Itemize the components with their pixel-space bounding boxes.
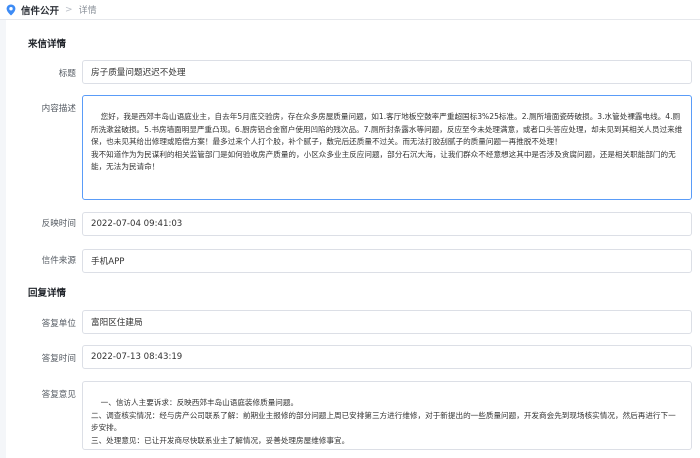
resize-handle-icon[interactable] xyxy=(682,190,689,197)
letter-source-field[interactable]: 手机APP xyxy=(82,249,692,273)
breadcrumb-current: 详情 xyxy=(78,6,97,16)
content-textarea[interactable]: 您好，我是西郊丰岛山语庭业主，自去年5月底交验房，存在众多房屋质量问题，如1.客… xyxy=(82,95,692,200)
reply-unit-label: 答复单位 xyxy=(41,319,76,329)
content-text: 您好，我是西郊丰岛山语庭业主，自去年5月底交验房，存在众多房屋质量问题，如1.客… xyxy=(91,112,683,172)
reply-section-title: 回复详情 xyxy=(28,288,67,299)
resize-handle-icon[interactable] xyxy=(682,440,689,447)
title-label: 标题 xyxy=(58,69,76,79)
breadcrumb-separator: > xyxy=(65,4,73,15)
breadcrumb-home[interactable]: 信件公开 xyxy=(21,3,59,17)
content-label: 内容描述 xyxy=(41,104,76,114)
letter-source-label: 信件来源 xyxy=(41,256,76,266)
reply-time-field[interactable]: 2022-07-13 08:43:19 xyxy=(82,345,692,369)
top-breadcrumb-bar: 信件公开 > 详情 xyxy=(0,0,700,20)
feedback-time-field[interactable]: 2022-07-04 09:41:03 xyxy=(82,212,692,236)
letter-section-title: 来信详情 xyxy=(28,39,67,50)
reply-time-label: 答复时间 xyxy=(41,354,76,364)
feedback-time-label: 反映时间 xyxy=(41,219,76,229)
reply-unit-field[interactable]: 富阳区住建局 xyxy=(82,310,692,334)
reply-opinion-textarea[interactable]: 一、信访人主要诉求：反映西郊丰岛山语庭装修质量问题。 二、调查核实情况：经与房产… xyxy=(82,381,692,450)
reply-opinion-text: 一、信访人主要诉求：反映西郊丰岛山语庭装修质量问题。 二、调查核实情况：经与房产… xyxy=(91,398,676,445)
reply-opinion-label: 答复意见 xyxy=(41,390,76,400)
title-field[interactable]: 房子质量问题迟迟不处理 xyxy=(82,60,692,84)
detail-card: 来信详情 标题 房子质量问题迟迟不处理 内容描述 您好，我是西郊丰岛山语庭业主，… xyxy=(6,20,700,458)
location-pin-icon xyxy=(6,4,16,16)
